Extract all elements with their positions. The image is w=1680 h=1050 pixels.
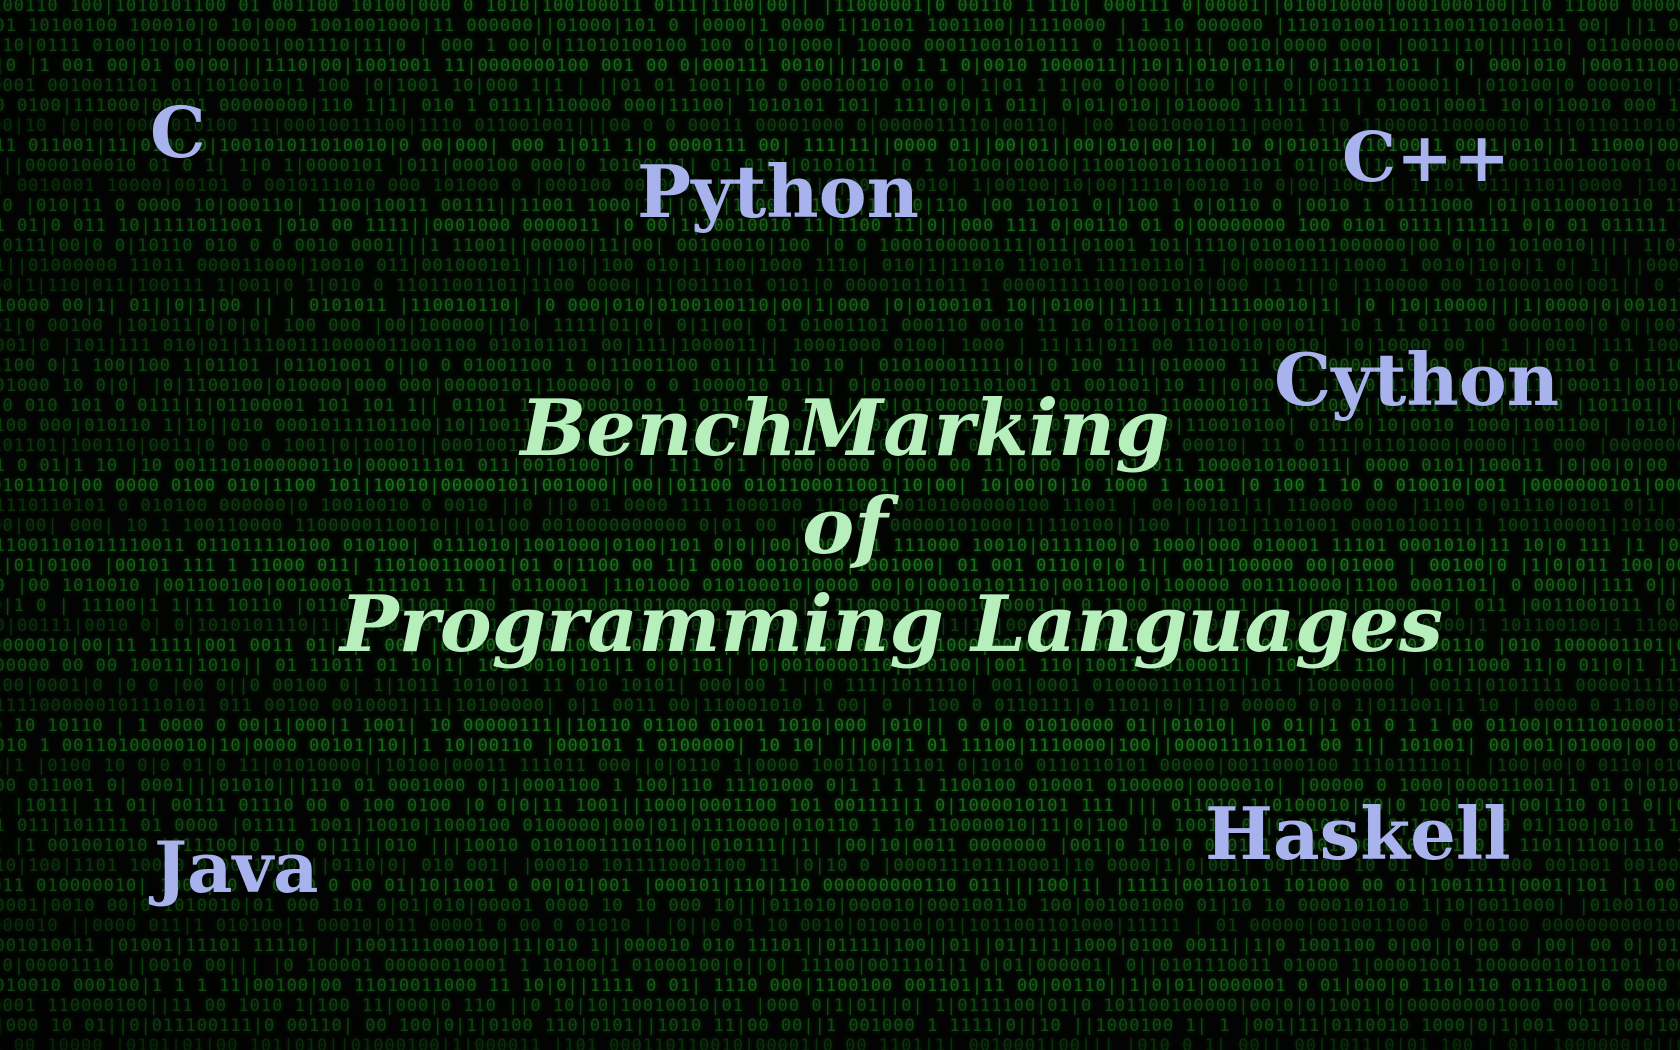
title-line-2: of [802, 481, 888, 572]
binary-digit-row: 0000010 ||0000 011|1 010100|1 00010|011 … [0, 916, 1680, 936]
binary-digit-row: |00|1|110|011|100111 1|001|0 1|010 0 110… [0, 276, 1680, 296]
binary-digit-row: 00 10 10110 | 1 0000 0 00|1|000|1 1001| … [0, 716, 1680, 736]
title-line-3: Programming Languages [340, 579, 1444, 670]
binary-digit-row: 0|10|0111 0100|10|01|00001|001110|11|0 |… [0, 36, 1680, 56]
binary-digit-row: 00001010011 |01001|11101 11110| ||100111… [0, 936, 1680, 956]
binary-digit-row: 001|0 00100 |101011|0|0|0| 100 000 |00|1… [0, 316, 1680, 336]
binary-digit-row: 1100110 100|1010101100 01 001100 10100|0… [0, 0, 1680, 16]
binary-digit-row: 1110000 00|1| 01||0|1|00 || | 0101011 |1… [0, 296, 1680, 316]
binary-digit-row: ||0|00001110 ||0010 00||| |0 100001 0000… [0, 956, 1680, 976]
binary-digit-row: 00001 0010011101 01|1010010|1 100 |0|100… [0, 76, 1680, 96]
language-label-haskell: Haskell [1205, 791, 1511, 876]
language-label-java: Java [154, 826, 319, 909]
binary-digit-row: 1 0111|00|0 0|10110 010 0 0 0010 0001|||… [0, 236, 1680, 256]
binary-digit-row: |001 10100100 100010|0 10|000 1001001000… [0, 16, 1680, 36]
binary-digit-row: 0 1111000000101110101 011 00100 0010001|… [0, 696, 1680, 716]
slide-canvas: 1100110 100|1010101100 01 001100 10100|0… [0, 0, 1680, 1050]
binary-digit-row: |1010 1 0011010000010|10|0000 00101|10||… [0, 736, 1680, 756]
binary-digit-row: 0100|0001|0 |0 0 |00 0||0 00100 0| 1|101… [0, 676, 1680, 696]
slide-title: BenchMarking of Programming Languages [340, 380, 1444, 674]
title-line-1: BenchMarking [520, 383, 1170, 474]
language-label-python: Python [637, 149, 919, 234]
binary-digit-row: 00|1 |0100 10 0|0 01|0 11|01010000||1010… [0, 756, 1680, 776]
binary-digit-row: |10 0100|111000|00001 00000000|110 1|1| … [0, 96, 1680, 116]
language-label-c: C [150, 91, 206, 174]
binary-digit-row: 0 010010 000100|1 1 1 11|00100|00 110100… [0, 976, 1680, 996]
binary-digit-row: |0|000 10 01||0|011100111|0 00110| 00 10… [0, 1016, 1680, 1036]
language-label-cpp: C++ [1342, 118, 1511, 198]
binary-digit-row: 11 00 10000 |0101|01|00 101|010||0100010… [0, 1036, 1680, 1050]
binary-digit-row: 10001 110000100||11 00 1010 1|100 11|000… [0, 996, 1680, 1016]
binary-digit-row: 001||01000000 11011 000011000|10010 011|… [0, 256, 1680, 276]
binary-digit-row: | |0 |1 001 00|01 00|00|||1110|00|100100… [0, 56, 1680, 76]
